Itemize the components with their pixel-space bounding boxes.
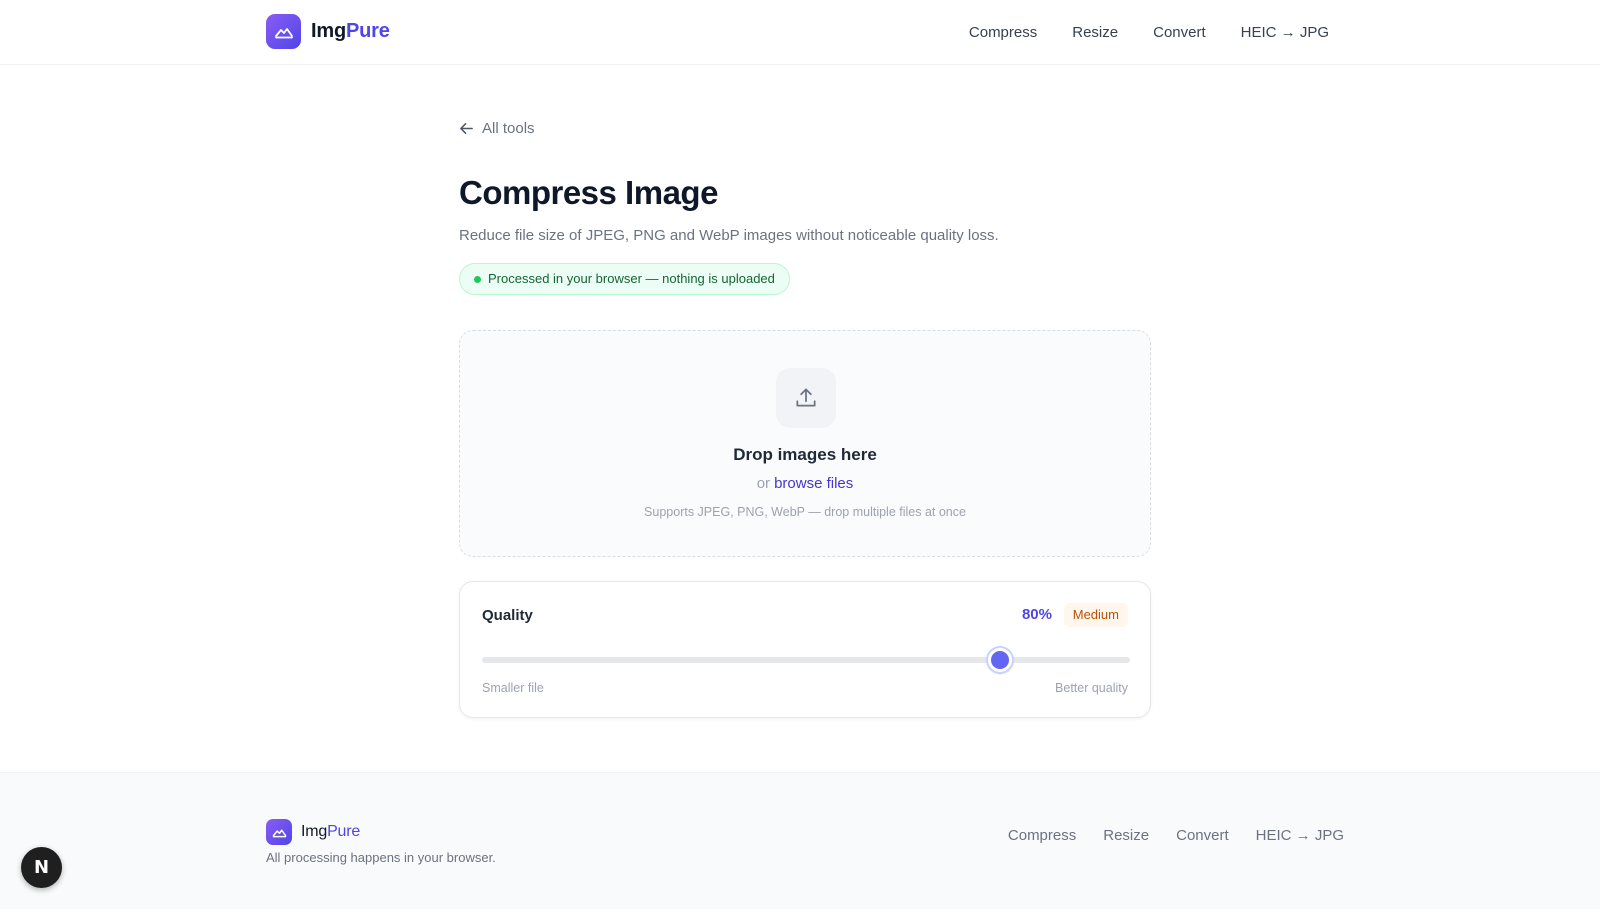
- nav-heic-to-jpg[interactable]: HEIC → JPG: [1241, 24, 1329, 41]
- footer-logo-mountain-icon: [266, 819, 292, 845]
- footer-link-heic-to-jpg[interactable]: HEIC → JPG: [1256, 827, 1344, 844]
- footer-nav: Compress Resize Convert HEIC → JPG: [1008, 827, 1344, 844]
- footer-brand-name: ImgPure: [301, 823, 361, 840]
- site-footer: ImgPure All processing happens in your b…: [0, 772, 1600, 909]
- quality-slider-thumb[interactable]: [988, 648, 1013, 672]
- dropzone-title: Drop images here: [733, 445, 877, 464]
- arrow-left-icon: [460, 123, 473, 134]
- footer-link-resize[interactable]: Resize: [1103, 827, 1149, 844]
- nav-convert[interactable]: Convert: [1153, 24, 1206, 41]
- footer-link-compress[interactable]: Compress: [1008, 827, 1076, 844]
- footer-tagline: All processing happens in your browser.: [266, 850, 496, 865]
- dev-tools-badge[interactable]: N: [21, 847, 62, 888]
- quality-label: Quality: [482, 607, 533, 624]
- dev-tools-badge-label: N: [33, 857, 50, 878]
- page-title: Compress Image: [459, 174, 718, 211]
- brand-name: ImgPure: [311, 20, 390, 42]
- site-header: ImgPure Compress Resize Convert HEIC → J…: [0, 0, 1600, 65]
- upload-icon: [776, 368, 836, 428]
- brand-logo[interactable]: ImgPure: [266, 14, 390, 49]
- quality-value: 80%: [1021, 606, 1052, 623]
- image-dropzone[interactable]: Drop images here or browse files Supports…: [459, 330, 1151, 557]
- quality-level-badge: Medium: [1063, 603, 1128, 627]
- quality-min-label: Smaller file: [482, 681, 544, 695]
- status-dot-icon: [474, 276, 481, 283]
- nav-resize[interactable]: Resize: [1072, 24, 1118, 41]
- logo-mountain-icon: [266, 14, 301, 49]
- footer-brand-logo[interactable]: ImgPure: [266, 819, 360, 845]
- dropzone-hint: Supports JPEG, PNG, WebP — drop multiple…: [644, 505, 966, 519]
- quality-panel: Quality 80% Medium Smaller file Better q…: [459, 581, 1151, 718]
- main-nav: Compress Resize Convert HEIC → JPG: [969, 0, 1329, 65]
- dropzone-browse-row: or browse files: [460, 475, 1150, 492]
- privacy-badge-label: Processed in your browser — nothing is u…: [488, 271, 775, 286]
- dropzone-or-text: or: [756, 475, 771, 492]
- browse-files-link[interactable]: browse files: [774, 475, 853, 492]
- page-subtitle: Reduce file size of JPEG, PNG and WebP i…: [459, 227, 999, 244]
- back-link-label: All tools: [482, 120, 535, 137]
- privacy-badge: Processed in your browser — nothing is u…: [459, 263, 790, 295]
- nav-compress[interactable]: Compress: [969, 24, 1037, 41]
- quality-max-label: Better quality: [1055, 681, 1128, 695]
- footer-link-convert[interactable]: Convert: [1176, 827, 1229, 844]
- quality-slider-track[interactable]: [482, 648, 1130, 672]
- back-link[interactable]: All tools: [459, 120, 535, 137]
